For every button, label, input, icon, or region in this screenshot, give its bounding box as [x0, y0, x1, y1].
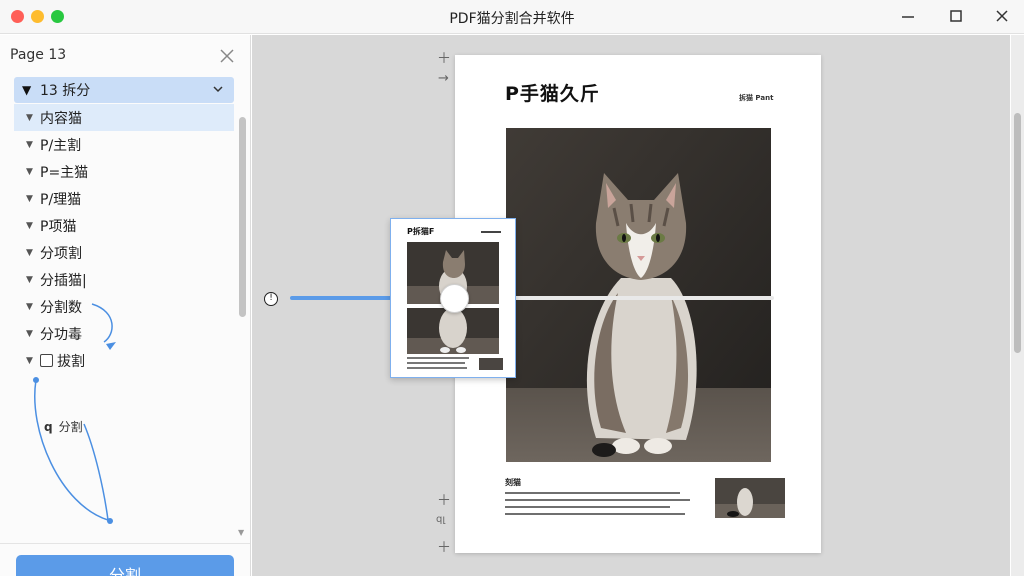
preview-title: P拆猫F — [407, 227, 435, 236]
caret-down-icon[interactable]: ▼ — [26, 194, 40, 204]
caret-down-icon[interactable]: ▼ — [26, 113, 40, 123]
text-line — [407, 367, 467, 369]
caption-title: 刻猫 — [505, 478, 521, 487]
tree-sub-item[interactable]: q 分割 — [44, 418, 83, 435]
sidebar-title: Page 13 — [10, 47, 67, 63]
tree-item-label: P=主猫 — [40, 164, 89, 181]
canvas-scrollbar[interactable] — [1011, 35, 1024, 576]
sidebar: Page 13 ▼ 13 拆分 ▼ 内容猫 ▼ P/主割 ▼ P=主猫 ▼ P/… — [0, 35, 251, 576]
tree-item-label: 内容猫 — [40, 110, 82, 127]
text-line — [407, 362, 465, 364]
thumbnail-image — [479, 358, 503, 370]
close-icon[interactable] — [219, 48, 237, 66]
tree-item-label: 分功毒 — [40, 326, 82, 343]
caret-down-icon[interactable]: ▼ — [26, 329, 40, 339]
text-line — [407, 357, 469, 359]
tree-item-label: P/主割 — [40, 137, 82, 154]
tree-item[interactable]: ▼ 拔割 — [14, 347, 234, 374]
tree-item-label: 拔割 — [57, 353, 85, 370]
page-title: P手猫久斤 — [505, 83, 600, 105]
info-icon[interactable]: ! — [264, 292, 278, 306]
tree-item-label: P/理猫 — [40, 191, 82, 208]
tree-root[interactable]: ▼ 13 拆分 — [14, 77, 234, 103]
maximize-icon[interactable] — [944, 6, 968, 28]
tree-item[interactable]: ▼ P=主猫 — [14, 158, 234, 185]
text-line — [505, 506, 670, 508]
tree-item[interactable]: ▼ 分插猫| — [14, 266, 234, 293]
split-slider-knob[interactable] — [440, 284, 469, 313]
tree-item[interactable]: ▼ P/理猫 — [14, 185, 234, 212]
tree-root-label: 13 拆分 — [40, 83, 91, 99]
close-icon[interactable] — [990, 6, 1014, 28]
tree-item-label: 分割数 — [40, 299, 82, 316]
scrollbar-thumb[interactable] — [1014, 113, 1021, 353]
caret-down-icon[interactable]: ▼ — [26, 167, 40, 177]
tree-item-label: P项猫 — [40, 218, 77, 235]
sidebar-scrollbar[interactable] — [239, 117, 246, 317]
tree-checkbox[interactable] — [40, 354, 53, 367]
tree-item-label: 分项割 — [40, 245, 82, 262]
cat-photo — [506, 128, 771, 462]
text-line — [505, 513, 685, 515]
split-icon[interactable]: qլ — [436, 514, 445, 525]
tree-item[interactable]: ▼ P项猫 — [14, 212, 234, 239]
plus-icon[interactable]: ＋ — [437, 48, 451, 68]
tree-item[interactable]: ▼ 分割数 — [14, 293, 234, 320]
caret-down-icon[interactable]: ▼ — [22, 83, 40, 97]
title-bar: PDF猫分割合并软件 — [0, 0, 1024, 34]
split-slider-track[interactable] — [290, 296, 774, 300]
caret-down-icon[interactable]: ▼ — [26, 221, 40, 231]
scroll-down-icon[interactable]: ▼ — [238, 528, 244, 537]
page-tree: ▼ 13 拆分 ▼ 内容猫 ▼ P/主割 ▼ P=主猫 ▼ P/理猫 ▼ P项猫… — [14, 77, 234, 374]
plus-icon[interactable]: ＋ — [437, 537, 451, 557]
arrow-right-icon[interactable]: → — [438, 71, 449, 86]
thumbnail-image — [715, 478, 785, 518]
caret-down-icon[interactable]: ▼ — [26, 248, 40, 258]
tree-item[interactable]: ▼ P/主割 — [14, 131, 234, 158]
caret-down-icon[interactable]: ▼ — [26, 140, 40, 150]
preview-photo — [407, 308, 499, 354]
tree-sub-label: 分割 — [58, 420, 83, 434]
page-corner-label: 拆猫 Pant — [739, 94, 774, 102]
caret-down-icon[interactable]: ▼ — [26, 302, 40, 312]
tree-item[interactable]: ▼ 内容猫 — [14, 104, 234, 131]
caret-down-icon[interactable]: ▼ — [26, 275, 40, 285]
tree-item[interactable]: ▼ 分功毒 — [14, 320, 234, 347]
divider — [0, 543, 250, 544]
window-title: PDF猫分割合并软件 — [449, 11, 575, 27]
text-line — [481, 231, 501, 233]
split-button[interactable]: 分割 — [16, 555, 234, 576]
split-icon: q — [44, 419, 53, 434]
caret-down-icon[interactable]: ▼ — [26, 356, 40, 366]
text-line — [505, 499, 690, 501]
text-line — [505, 492, 680, 494]
tree-item-label: 分插猫| — [40, 272, 87, 289]
tree-item[interactable]: ▼ 分项割 — [14, 239, 234, 266]
minimize-icon[interactable] — [896, 6, 920, 28]
plus-icon[interactable]: ＋ — [437, 490, 451, 510]
chevron-down-icon[interactable] — [212, 83, 224, 99]
